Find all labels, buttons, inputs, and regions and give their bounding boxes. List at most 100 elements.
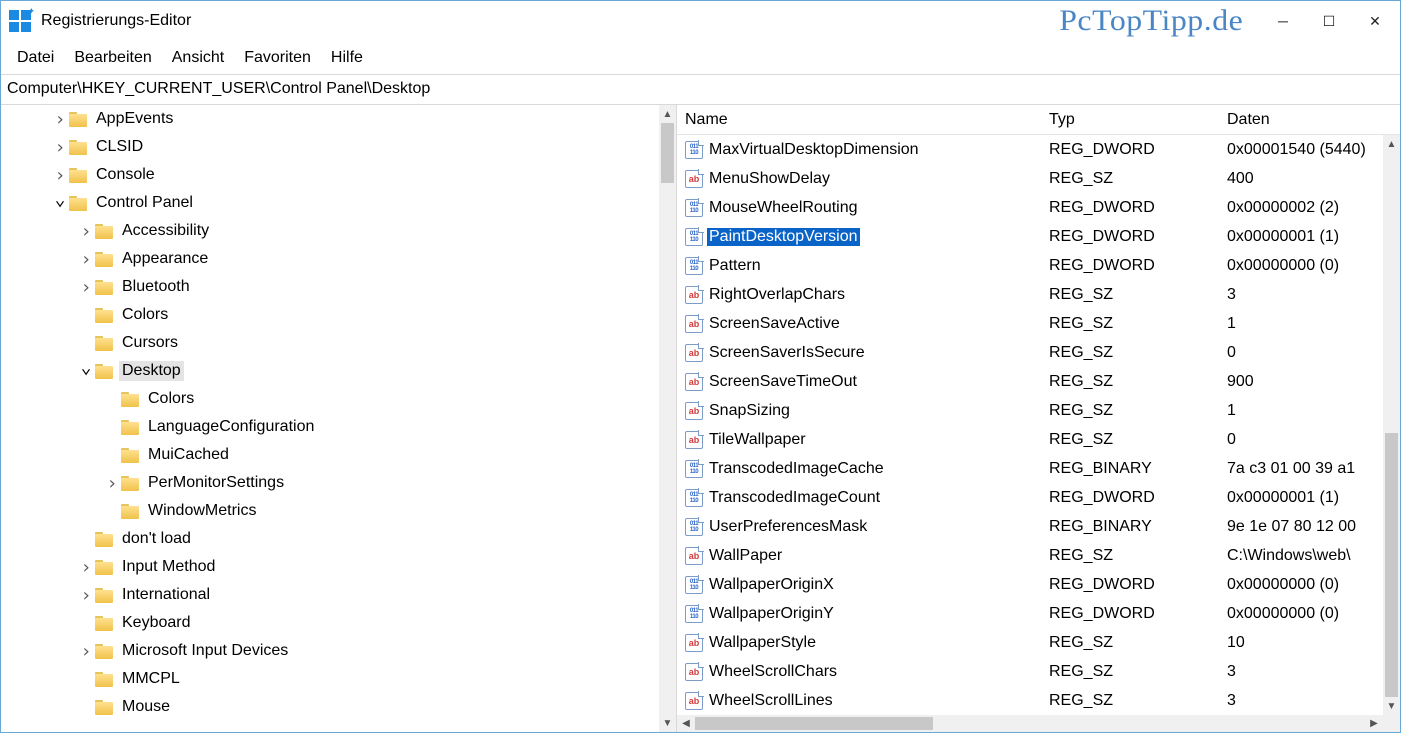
tree-label: MuiCached (145, 445, 232, 465)
tree-item[interactable]: Colors (1, 385, 659, 413)
tree-scrollbar[interactable]: ▲ ▼ (659, 105, 676, 732)
value-row[interactable]: 011110TranscodedImageCacheREG_BINARY7a c… (677, 454, 1383, 483)
window-controls: ─ ☐ ✕ (1260, 5, 1398, 37)
tree-item[interactable]: Mouse (1, 693, 659, 721)
value-row[interactable]: 011110MaxVirtualDesktopDimensionREG_DWOR… (677, 135, 1383, 164)
list-scrollbar-h[interactable]: ◀ ▶ (677, 715, 1383, 732)
folder-icon (95, 532, 113, 547)
tree-item[interactable]: ›AppEvents (1, 105, 659, 133)
values-list[interactable]: 011110MaxVirtualDesktopDimensionREG_DWOR… (677, 135, 1383, 715)
tree-item[interactable]: ›Microsoft Input Devices (1, 637, 659, 665)
tree-label: Console (93, 165, 158, 185)
scroll-up-icon[interactable]: ▲ (1383, 135, 1400, 153)
chevron-down-icon[interactable]: ⌄ (79, 363, 93, 373)
value-row[interactable]: 011110TranscodedImageCountREG_DWORD0x000… (677, 483, 1383, 512)
tree-item[interactable]: MuiCached (1, 441, 659, 469)
address-bar[interactable]: Computer\HKEY_CURRENT_USER\Control Panel… (1, 75, 1400, 105)
scroll-up-icon[interactable]: ▲ (659, 105, 676, 123)
value-row[interactable]: abWallpaperStyleREG_SZ10 (677, 628, 1383, 657)
binary-value-icon: 011110 (685, 228, 703, 246)
value-row[interactable]: abTileWallpaperREG_SZ0 (677, 425, 1383, 454)
tree-item[interactable]: Cursors (1, 329, 659, 357)
chevron-right-icon[interactable]: › (53, 137, 67, 158)
tree-item[interactable]: ›PerMonitorSettings (1, 469, 659, 497)
column-name[interactable]: Name (677, 107, 1041, 133)
tree-item[interactable]: ⌄Desktop (1, 357, 659, 385)
value-row[interactable]: 011110PatternREG_DWORD0x00000000 (0) (677, 251, 1383, 280)
tree-item[interactable]: › Console (1, 161, 659, 189)
tree-item[interactable]: Colors (1, 301, 659, 329)
menu-datei[interactable]: Datei (7, 45, 64, 71)
menu-ansicht[interactable]: Ansicht (162, 45, 234, 71)
list-scrollbar-v[interactable]: ▲ ▼ (1383, 135, 1400, 715)
column-type[interactable]: Typ (1041, 107, 1219, 133)
scroll-thumb[interactable] (695, 717, 933, 730)
folder-icon (95, 280, 113, 295)
tree-item[interactable]: ›International (1, 581, 659, 609)
value-type: REG_SZ (1041, 690, 1219, 712)
scroll-right-icon[interactable]: ▶ (1365, 715, 1383, 732)
tree-label: Colors (145, 389, 197, 409)
tree-view[interactable]: ›AppEvents›CLSID›Console⌄Control Panel›A… (1, 105, 659, 732)
scroll-down-icon[interactable]: ▼ (659, 714, 676, 732)
tree-item[interactable]: ›Bluetooth (1, 273, 659, 301)
chevron-right-icon[interactable]: › (53, 165, 67, 186)
tree-item[interactable]: ›Appearance (1, 245, 659, 273)
chevron-right-icon[interactable]: › (105, 473, 119, 494)
tree-item[interactable]: Keyboard (1, 609, 659, 637)
column-data[interactable]: Daten (1219, 107, 1400, 133)
tree-item[interactable]: ›Accessibility (1, 217, 659, 245)
value-name: WallpaperStyle (707, 634, 818, 652)
tree-item[interactable]: ›CLSID (1, 133, 659, 161)
scroll-left-icon[interactable]: ◀ (677, 715, 695, 732)
scroll-thumb[interactable] (661, 123, 674, 183)
tree-item[interactable]: ⌄Control Panel (1, 189, 659, 217)
value-name: PaintDesktopVersion (707, 228, 860, 246)
value-row[interactable]: abScreenSaverIsSecureREG_SZ0 (677, 338, 1383, 367)
value-name: WheelScrollLines (707, 692, 835, 710)
maximize-button[interactable]: ☐ (1306, 5, 1352, 37)
value-row[interactable]: abSnapSizingREG_SZ1 (677, 396, 1383, 425)
value-row[interactable]: 011110MouseWheelRoutingREG_DWORD0x000000… (677, 193, 1383, 222)
value-row[interactable]: abWallPaperREG_SZC:\Windows\web\ (677, 541, 1383, 570)
close-button[interactable]: ✕ (1352, 5, 1398, 37)
value-row[interactable]: abScreenSaveActiveREG_SZ1 (677, 309, 1383, 338)
value-row[interactable]: 011110WallpaperOriginYREG_DWORD0x0000000… (677, 599, 1383, 628)
tree-item[interactable]: MMCPL (1, 665, 659, 693)
chevron-right-icon[interactable]: › (79, 557, 93, 578)
string-value-icon: ab (685, 286, 703, 304)
chevron-right-icon[interactable]: › (79, 221, 93, 242)
value-data: 0x00000000 (0) (1219, 574, 1383, 596)
value-name: Pattern (707, 257, 763, 275)
chevron-right-icon[interactable]: › (79, 585, 93, 606)
chevron-right-icon[interactable]: › (79, 641, 93, 662)
folder-icon (95, 224, 113, 239)
tree-item[interactable]: ›Input Method (1, 553, 659, 581)
chevron-down-icon[interactable]: ⌄ (53, 195, 67, 205)
chevron-right-icon[interactable]: › (53, 109, 67, 130)
chevron-right-icon[interactable]: › (79, 249, 93, 270)
value-row[interactable]: 011110WallpaperOriginXREG_DWORD0x0000000… (677, 570, 1383, 599)
tree-item[interactable]: don't load (1, 525, 659, 553)
tree-item[interactable]: LanguageConfiguration (1, 413, 659, 441)
value-row[interactable]: 011110UserPreferencesMaskREG_BINARY9e 1e… (677, 512, 1383, 541)
value-row[interactable]: abRightOverlapCharsREG_SZ3 (677, 280, 1383, 309)
menu-bearbeiten[interactable]: Bearbeiten (64, 45, 161, 71)
value-row[interactable]: abMenuShowDelayREG_SZ400 (677, 164, 1383, 193)
value-row[interactable]: abWheelScrollCharsREG_SZ3 (677, 657, 1383, 686)
minimize-button[interactable]: ─ (1260, 5, 1306, 37)
scroll-down-icon[interactable]: ▼ (1383, 697, 1400, 715)
string-value-icon: ab (685, 431, 703, 449)
menu-hilfe[interactable]: Hilfe (321, 45, 373, 71)
value-row[interactable]: abScreenSaveTimeOutREG_SZ900 (677, 367, 1383, 396)
tree-item[interactable]: WindowMetrics (1, 497, 659, 525)
chevron-right-icon[interactable]: › (79, 277, 93, 298)
menu-favoriten[interactable]: Favoriten (234, 45, 321, 71)
scroll-thumb[interactable] (1385, 433, 1398, 697)
value-name: WallpaperOriginX (707, 576, 836, 594)
value-data: 0x00000000 (0) (1219, 255, 1383, 277)
value-row[interactable]: 011110PaintDesktopVersionREG_DWORD0x0000… (677, 222, 1383, 251)
tree-label: Keyboard (119, 613, 194, 633)
value-row[interactable]: abWheelScrollLinesREG_SZ3 (677, 686, 1383, 715)
scrollbar-corner (1383, 715, 1400, 732)
